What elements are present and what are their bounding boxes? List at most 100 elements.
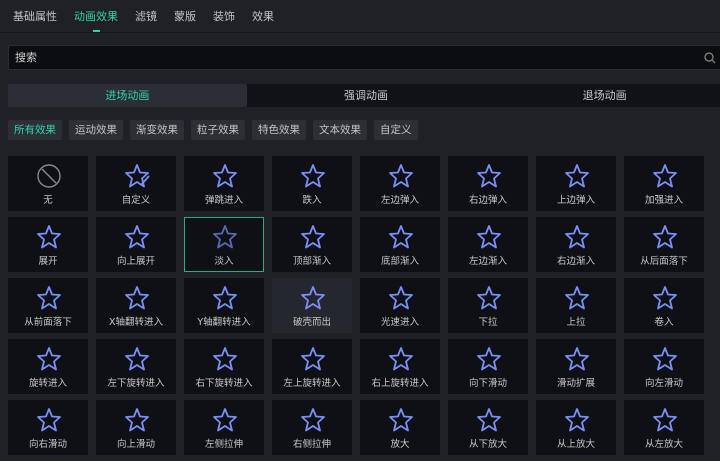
tab-3[interactable]: 蒙版 — [174, 0, 196, 33]
effect-item[interactable]: 向下滑动 — [448, 339, 528, 394]
effect-item[interactable]: 底部渐入 — [360, 217, 440, 272]
search-input[interactable] — [15, 51, 720, 64]
filter-chip-0[interactable]: 所有效果 — [8, 120, 62, 140]
effect-item[interactable]: 右上旋转进入 — [360, 339, 440, 394]
effect-item[interactable]: 跌入 — [272, 156, 352, 211]
star-icon — [653, 408, 677, 432]
tab-2[interactable]: 滤镜 — [135, 0, 157, 33]
effect-item[interactable]: 向上滑动 — [96, 400, 176, 455]
effect-item[interactable]: 左边渐入 — [448, 217, 528, 272]
effect-label: 向右滑动 — [28, 439, 67, 450]
effect-label: 右侧拉伸 — [292, 439, 331, 450]
star-icon — [653, 164, 677, 188]
star-icon — [653, 347, 677, 371]
effect-label: 向下滑动 — [468, 378, 507, 389]
effect-item[interactable]: 淡入 — [184, 217, 264, 272]
effect-item[interactable]: 右侧拉伸 — [272, 400, 352, 455]
effect-label: 从上放大 — [556, 439, 595, 450]
star-icon — [213, 286, 237, 310]
effect-item[interactable]: 加强进入 — [624, 156, 704, 211]
effect-label: 从后面落下 — [640, 256, 688, 267]
star-icon — [213, 408, 237, 432]
effect-item[interactable]: 上边弹入 — [536, 156, 616, 211]
star-icon — [653, 225, 677, 249]
star-icon — [301, 225, 325, 249]
effect-item[interactable]: X轴翻转进入 — [96, 278, 176, 333]
effect-label: 加强进入 — [644, 195, 683, 206]
effect-label: 右边渐入 — [556, 256, 595, 267]
segment-tab-0[interactable]: 进场动画 — [8, 84, 247, 107]
star-icon — [477, 286, 501, 310]
effect-label: 上边弹入 — [556, 195, 595, 206]
effect-item[interactable]: 从后面落下 — [624, 217, 704, 272]
star-icon — [565, 286, 589, 310]
effect-item[interactable]: 左侧拉伸 — [184, 400, 264, 455]
effect-item[interactable]: 光速进入 — [360, 278, 440, 333]
effects-grid: 无 自定义 弹跳进入 跌入 左边弹入 右边弹入 上边弹入 加强进入展开 向上展开 淡入 顶部渐入 底部… — [8, 156, 704, 455]
filter-chip-5[interactable]: 文本效果 — [313, 120, 367, 140]
effect-item[interactable]: 旋转进入 — [8, 339, 88, 394]
star-icon — [301, 286, 325, 310]
tab-5[interactable]: 效果 — [252, 0, 274, 33]
effect-item[interactable]: 弹跳进入 — [184, 156, 264, 211]
effect-item[interactable]: 从左放大 — [624, 400, 704, 455]
tab-1[interactable]: 动画效果 — [74, 0, 118, 33]
effect-label: 光速进入 — [380, 317, 419, 328]
effect-item[interactable]: 从上放大 — [536, 400, 616, 455]
effect-item[interactable]: 下拉 — [448, 278, 528, 333]
effect-item[interactable]: 顶部渐入 — [272, 217, 352, 272]
effect-item[interactable]: 上拉 — [536, 278, 616, 333]
star-icon — [37, 347, 61, 371]
effect-item[interactable]: 无 — [8, 156, 88, 211]
effect-item[interactable]: 向左滑动 — [624, 339, 704, 394]
star-icon — [565, 408, 589, 432]
effect-item[interactable]: 右边渐入 — [536, 217, 616, 272]
star-icon — [301, 408, 325, 432]
effect-item[interactable]: 从前面落下 — [8, 278, 88, 333]
effect-item[interactable]: 向右滑动 — [8, 400, 88, 455]
effect-item[interactable]: 破壳而出 — [272, 278, 352, 333]
effect-item[interactable]: 滑动扩展 — [536, 339, 616, 394]
effect-item[interactable]: 自定义 — [96, 156, 176, 211]
star-icon — [565, 347, 589, 371]
effect-label: 顶部渐入 — [292, 256, 331, 267]
effect-item[interactable]: 左边弹入 — [360, 156, 440, 211]
segment-tab-2[interactable]: 退场动画 — [485, 84, 720, 107]
tab-4[interactable]: 装饰 — [213, 0, 235, 33]
star-icon — [213, 164, 237, 188]
effect-item[interactable]: 右下旋转进入 — [184, 339, 264, 394]
filter-chip-3[interactable]: 粒子效果 — [191, 120, 245, 140]
search-icon[interactable] — [703, 51, 717, 65]
star-edit-icon — [125, 164, 150, 188]
effect-label: 破壳而出 — [292, 317, 331, 328]
effect-item[interactable]: 放大 — [360, 400, 440, 455]
filter-chip-2[interactable]: 渐变效果 — [130, 120, 184, 140]
animation-type-tabs: 进场动画 强调动画 退场动画 — [8, 84, 720, 107]
effect-label: 右上旋转进入 — [371, 378, 429, 389]
effect-label: 跌入 — [302, 195, 322, 206]
filter-chip-4[interactable]: 特色效果 — [252, 120, 306, 140]
effect-label: 从左放大 — [644, 439, 683, 450]
filter-chip-1[interactable]: 运动效果 — [69, 120, 123, 140]
star-icon — [653, 286, 677, 310]
effect-item[interactable]: 从下放大 — [448, 400, 528, 455]
effect-item[interactable]: 向上展开 — [96, 217, 176, 272]
star-icon — [37, 286, 61, 310]
star-icon — [213, 347, 237, 371]
star-icon — [125, 286, 149, 310]
effect-item[interactable]: Y轴翻转进入 — [184, 278, 264, 333]
star-icon — [301, 164, 325, 188]
effect-item[interactable]: 右边弹入 — [448, 156, 528, 211]
tab-0[interactable]: 基础属性 — [13, 0, 57, 33]
effect-item[interactable]: 卷入 — [624, 278, 704, 333]
effect-label: 底部渐入 — [380, 256, 419, 267]
effect-label: 左上旋转进入 — [283, 378, 341, 389]
effect-item[interactable]: 左上旋转进入 — [272, 339, 352, 394]
effect-label: 放大 — [390, 439, 410, 450]
star-icon — [125, 408, 149, 432]
effect-item[interactable]: 展开 — [8, 217, 88, 272]
segment-tab-1[interactable]: 强调动画 — [247, 84, 486, 107]
effect-label: 左边弹入 — [380, 195, 419, 206]
effect-item[interactable]: 左下旋转进入 — [96, 339, 176, 394]
filter-chip-6[interactable]: 自定义 — [374, 120, 418, 140]
